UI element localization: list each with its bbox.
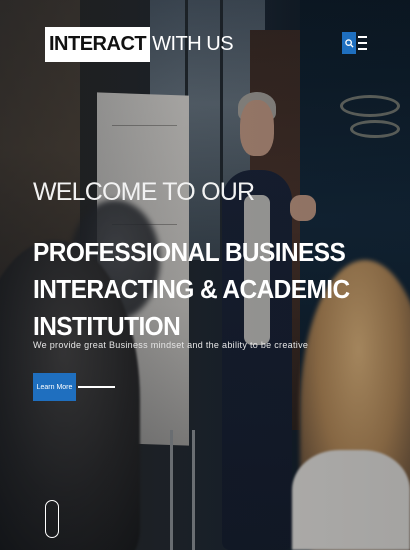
search-icon [344, 38, 354, 48]
hero-subtext: We provide great Business mindset and th… [33, 340, 309, 350]
hamburger-icon [358, 36, 367, 38]
logo-text: WITH US [152, 32, 234, 55]
menu-button[interactable] [358, 36, 368, 50]
learn-more-button[interactable]: Learn More [33, 373, 76, 401]
search-button[interactable] [342, 32, 356, 54]
decorative-line [78, 386, 115, 388]
site-logo[interactable]: INTERACT WITH US [45, 26, 234, 62]
logo-boxed-text: INTERACT [45, 26, 151, 62]
hero-headline: PROFESSIONAL BUSINESS INTERACTING & ACAD… [33, 237, 350, 341]
welcome-text: WELCOME TO OUR [33, 178, 255, 206]
scroll-indicator[interactable] [45, 500, 59, 538]
